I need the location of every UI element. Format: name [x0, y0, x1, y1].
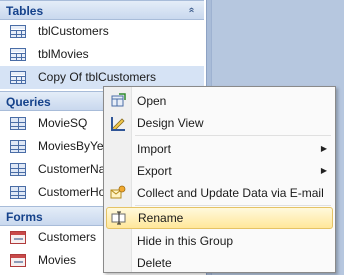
nav-item-label: MovieSQ: [38, 116, 88, 130]
design-view-icon: [111, 117, 125, 131]
form-icon: [10, 254, 26, 267]
menu-item-label: Rename: [138, 211, 184, 225]
table-icon: [10, 25, 26, 38]
table-icon: [10, 48, 26, 61]
menu-separator: [135, 205, 331, 206]
menu-item-collect-data[interactable]: Collect and Update Data via E-mail: [106, 182, 333, 204]
nav-item-label: tblMovies: [38, 47, 89, 61]
rename-icon: [111, 211, 126, 225]
menu-item-label: Hide in this Group: [137, 234, 234, 248]
query-icon: [10, 117, 26, 130]
menu-item-label: Export: [137, 164, 172, 178]
nav-item-label: tblCustomers: [38, 24, 109, 38]
nav-item-table[interactable]: tblCustomers: [0, 20, 204, 43]
open-icon: [111, 93, 126, 107]
query-icon: [10, 163, 26, 176]
group-header-label: Forms: [6, 210, 43, 224]
table-icon: [10, 71, 26, 84]
group-header-label: Tables: [6, 4, 44, 18]
menu-item-open[interactable]: Open: [106, 90, 333, 112]
nav-item-label: CustomerNa: [38, 162, 106, 176]
menu-item-design-view[interactable]: Design View: [106, 112, 333, 134]
menu-item-rename[interactable]: Rename: [106, 207, 333, 229]
menu-item-hide-in-group[interactable]: Hide in this Group: [106, 230, 333, 252]
nav-item-label: Customers: [38, 230, 97, 244]
group-header-tables[interactable]: Tables »: [0, 0, 204, 20]
context-menu: Open Design View Import ▶ Export ▶ Colle…: [103, 86, 336, 273]
menu-item-label: Open: [137, 94, 167, 108]
menu-item-export[interactable]: Export ▶: [106, 160, 333, 182]
nav-item-label: Movies: [38, 253, 77, 267]
group-header-label: Queries: [6, 95, 51, 109]
nav-item-table[interactable]: tblMovies: [0, 43, 204, 66]
form-icon: [10, 231, 26, 244]
collect-data-icon: [110, 185, 126, 199]
query-icon: [10, 186, 26, 199]
submenu-arrow-icon: ▶: [320, 144, 327, 153]
submenu-arrow-icon: ▶: [320, 166, 327, 175]
menu-item-label: Collect and Update Data via E-mail: [137, 186, 324, 200]
menu-item-label: Design View: [137, 116, 204, 130]
menu-item-label: Delete: [137, 256, 172, 270]
menu-item-label: Import: [137, 142, 172, 156]
nav-item-label: MoviesByYea: [38, 139, 111, 153]
menu-item-delete[interactable]: Delete: [106, 252, 333, 274]
nav-item-label: CustomerHo: [38, 185, 106, 199]
query-icon: [10, 140, 26, 153]
collapse-chevron-icon[interactable]: »: [182, 9, 202, 13]
menu-separator: [135, 135, 331, 136]
menu-item-import[interactable]: Import ▶: [106, 138, 333, 160]
nav-item-label: Copy Of tblCustomers: [38, 70, 157, 84]
